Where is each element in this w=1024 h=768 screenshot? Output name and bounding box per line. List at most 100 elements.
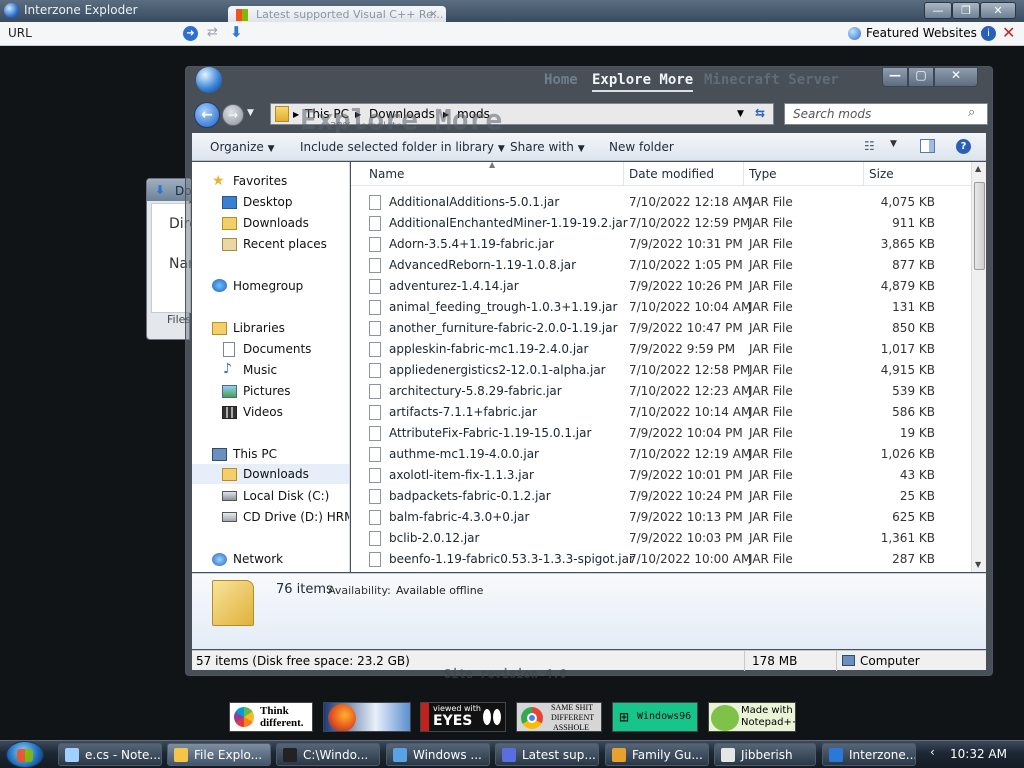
file-row[interactable]: bclib-2.0.12.jar 7/9/2022 10:03 PM JAR Fil… [351,528,971,549]
taskbar-item[interactable]: Latest sup... [495,743,599,766]
search-icon[interactable]: ⌕ [968,105,975,120]
site-nav-home[interactable]: Home [544,72,578,88]
share-with-button[interactable]: Share with ▼ [510,140,585,154]
site-nav-explore-more[interactable]: Explore More [592,72,694,92]
file-row[interactable]: AttributeFix-Fabric-1.19-15.0.1.jar 7/9/2… [351,423,971,444]
file-row[interactable]: beenfo-1.19-fabric0.53.3-1.3.3-spigot.ja… [351,549,971,570]
folder-icon [222,468,237,481]
search-input[interactable]: Search mods [784,103,988,125]
file-row[interactable]: betterbiomeblend-1.19.0-1.3.6-fabric.jar… [351,570,971,572]
file-row[interactable]: axolotl-item-fix-1.1.3.jar 7/9/2022 10:01… [351,465,971,486]
file-row[interactable]: another_furniture-fabric-2.0.0-1.19.jar 7… [351,318,971,339]
refresh-icon[interactable]: ⇄ [207,25,218,40]
taskbar-item-label: File Explo... [194,748,263,762]
file-size: 3,865 KB [880,237,935,251]
file-size: 586 KB [892,405,935,419]
column-type[interactable]: Type [749,167,777,181]
file-row[interactable]: artifacts-7.1.1+fabric.jar 7/10/2022 10:1… [351,402,971,423]
badge-notepad[interactable]: Made with Notepad++ [708,702,796,732]
featured-websites-menu[interactable]: Featured Websites ▼ [866,26,988,40]
help-button[interactable]: ? [956,139,971,154]
new-folder-button[interactable]: New folder [609,140,674,154]
column-name[interactable]: Name [369,167,404,181]
file-row[interactable]: balm-fabric-4.3.0+0.jar 7/9/2022 10:13 PM… [351,507,971,528]
organize-button[interactable]: Organize ▼ [210,140,275,154]
folder-icon [275,106,289,122]
jar-file-icon [369,237,381,252]
badge-think-different[interactable]: Think different. [229,702,313,732]
windows-logo-icon [17,749,33,762]
taskbar-item[interactable]: Jibberish [714,743,816,766]
download-arrow-icon[interactable]: ⬇ [230,23,243,41]
file-row[interactable]: adventurez-1.4.14.jar 7/9/2022 10:26 PM JA… [351,276,971,297]
file-row[interactable]: animal_feeding_trough-1.0.3+1.19.jar 7/10… [351,297,971,318]
file-row[interactable]: appleskin-fabric-mc1.19-2.4.0.jar 7/9/202… [351,339,971,360]
column-size[interactable]: Size [869,167,894,181]
apple-logo-icon [234,707,254,727]
folder-icon [212,580,254,626]
file-name: Adorn-3.5.4+1.19-fabric.jar [389,237,554,251]
nav-pc-downloads[interactable]: Downloads [192,464,349,484]
jar-file-icon [369,510,381,525]
file-row[interactable]: badpackets-fabric-0.1.2.jar 7/9/2022 10:2… [351,486,971,507]
chevron-down-icon[interactable]: ▼ [737,109,744,119]
tab-close-button[interactable]: × [429,7,438,20]
chevron-down-icon[interactable]: ▼ [890,139,897,149]
window-minimize-button[interactable]: — [882,67,908,87]
file-row[interactable]: appliedenergistics2-12.0.1-alpha.jar 7/10… [351,360,971,381]
back-button[interactable]: ← [194,102,220,128]
forward-button[interactable]: → [222,104,244,126]
view-options-icon[interactable]: ☷ [864,139,875,153]
recent-pages-chevron-icon[interactable]: ▼ [247,108,254,118]
taskbar-item[interactable]: Interzone... [822,743,916,766]
window-close-button[interactable]: ✕ [934,67,978,87]
stop-icon[interactable]: ✕ [1002,23,1015,42]
taskbar-item[interactable]: C:\Windo... [276,743,380,766]
taskbar-item-label: Family Gu... [632,748,703,762]
file-row[interactable]: AdditionalEnchantedMiner-1.19-19.2.jar 7/… [351,213,971,234]
show-hidden-icons-chevron[interactable]: ‹ [930,745,935,759]
chevron-right-icon: ▶ [293,110,300,119]
pictures-icon [222,385,237,398]
file-size: 877 KB [892,258,935,272]
browser-maximize-button[interactable]: ❐ [952,2,980,19]
taskbar-item[interactable]: File Explo... [167,743,271,766]
file-size: 4,915 KB [880,363,935,377]
chevron-down-icon: ▼ [577,144,585,154]
file-row[interactable]: AdvancedReborn-1.19-1.0.8.jar 7/10/2022 1… [351,255,971,276]
file-name: artifacts-7.1.1+fabric.jar [389,405,537,419]
nav-documents-label: Documents [243,342,312,356]
include-in-library-button[interactable]: Include selected folder in library ▼ [300,140,505,154]
browser-title-bar: Interzone Exploder [0,0,1024,22]
taskbar-item[interactable]: Windows ... [386,743,490,766]
go-arrow-icon[interactable]: ➜ [183,26,198,41]
url-field[interactable]: URL [8,26,32,40]
browser-close-button[interactable]: ✕ [980,2,1016,19]
taskbar-item-label: Latest sup... [522,748,596,762]
system-clock[interactable]: 10:32 AM [950,747,1007,761]
nav-cddrive-label: CD Drive (D:) HRM_C [243,510,349,524]
badge-windows96[interactable]: ⊞ Windows96 [612,702,698,732]
jar-file-icon [369,363,381,378]
badge-same-shit[interactable]: SAME SHIT DIFFERENT ASSHOLE [516,702,602,732]
scrollbar-thumb[interactable] [974,182,985,270]
badge-firefox[interactable] [323,702,411,732]
details-availability-label: Availability: [328,584,391,597]
refresh-icon[interactable]: ⇆ [755,106,765,120]
file-row[interactable]: Adorn-3.5.4+1.19-fabric.jar 7/9/2022 10:3… [351,234,971,255]
window-maximize-button[interactable]: ▢ [908,67,934,87]
vertical-scrollbar[interactable]: ▲ ▼ [971,162,986,572]
taskbar-item[interactable]: Family Gu... [605,743,709,766]
browser-minimize-button[interactable]: — [924,2,952,19]
taskbar-item[interactable]: e.cs - Note... [58,743,162,766]
scroll-down-icon[interactable]: ▼ [975,560,981,569]
column-date-modified[interactable]: Date modified [629,167,714,181]
file-row[interactable]: AdditionalAdditions-5.0.1.jar 7/10/2022 1… [351,192,971,213]
info-icon[interactable]: i [981,26,996,41]
badge-viewed-with-eyes[interactable]: viewed with EYES [420,702,506,732]
file-row[interactable]: authme-mc1.19-4.0.0.jar 7/10/2022 12:19 A… [351,444,971,465]
preview-pane-icon[interactable] [920,139,935,153]
scroll-up-icon[interactable]: ▲ [975,164,981,173]
file-row[interactable]: architectury-5.8.29-fabric.jar 7/10/2022 … [351,381,971,402]
site-nav-minecraft-server[interactable]: Minecraft Server [704,72,839,88]
